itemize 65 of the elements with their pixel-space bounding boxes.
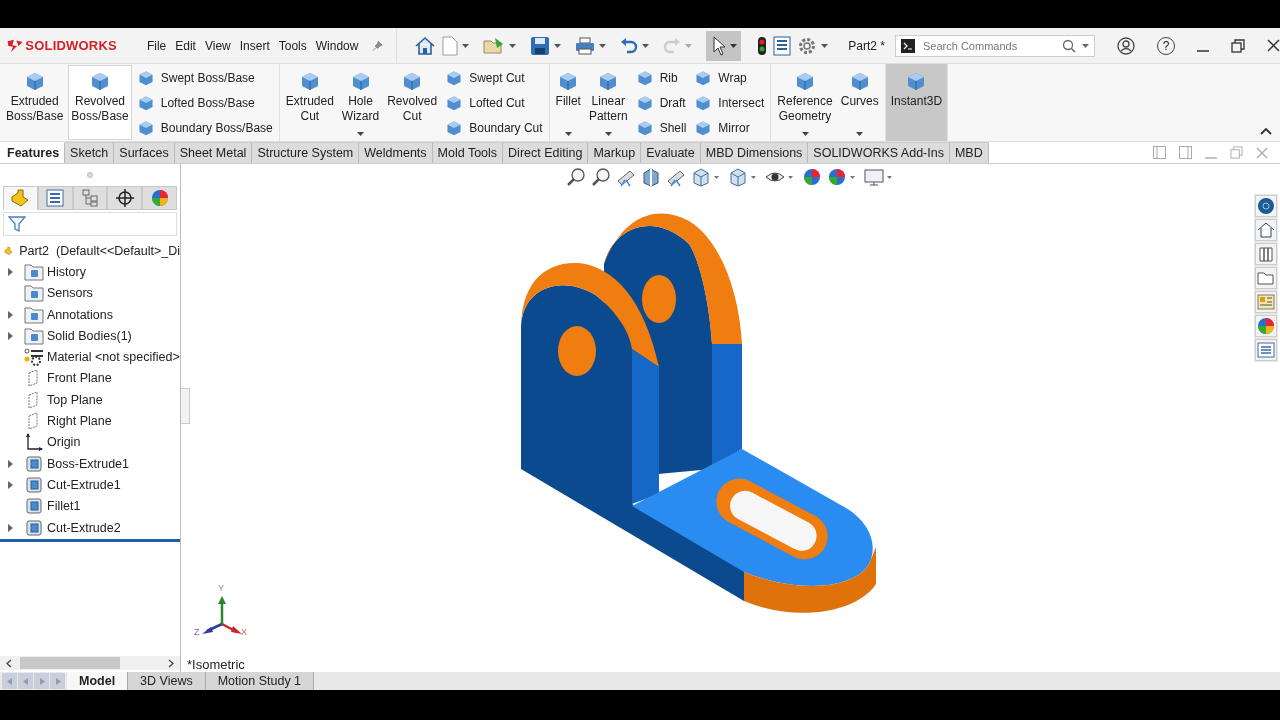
tree-item[interactable]: Material <not specified> (47, 350, 180, 365)
ribbon-button[interactable]: Swept Boss/Base (136, 65, 273, 90)
ribbon-button[interactable]: Extruded Cut (282, 65, 337, 140)
ribbon-button[interactable]: Curves (837, 65, 882, 140)
tab[interactable]: Weldments (359, 142, 433, 163)
ribbon-button[interactable]: Boundary Cut (445, 115, 543, 140)
tab[interactable]: Sheet Metal (174, 142, 253, 163)
tab[interactable]: SOLIDWORKS Add-Ins (808, 142, 950, 163)
tab[interactable]: Surfaces (114, 142, 175, 163)
axis-label: X (241, 628, 247, 637)
tab[interactable]: Evaluate (641, 142, 701, 163)
tree-item[interactable]: Sensors (47, 286, 93, 301)
tab[interactable]: MBD Dimensions (700, 142, 809, 163)
tab[interactable]: Motion Study 1 (205, 672, 315, 690)
menu-item[interactable]: Edit (175, 38, 196, 53)
ribbon-button[interactable]: Reference Geometry (774, 65, 836, 140)
tree-item[interactable]: Cut-Extrude1 (47, 477, 121, 492)
ribbon-button[interactable]: Shell (635, 115, 687, 140)
menu-item[interactable]: Window (315, 38, 359, 53)
tree-item[interactable]: Annotations (47, 307, 114, 322)
ribbon-button[interactable]: Hole Wizard (338, 65, 383, 140)
ribbon-button[interactable]: Mirror (694, 115, 765, 140)
tree-item[interactable]: Solid Bodies(1) (47, 328, 132, 343)
tree-item[interactable]: History (47, 264, 86, 279)
tab[interactable]: 3D Views (128, 672, 206, 690)
ribbon-button[interactable]: Wrap (694, 65, 765, 90)
logo-text: SOLIDWORKS (25, 38, 117, 53)
tree-item[interactable]: Boss-Extrude1 (47, 456, 129, 471)
tab[interactable]: Direct Editing (503, 142, 589, 163)
tab[interactable]: Model (67, 672, 129, 690)
tree-item[interactable]: Origin (47, 435, 81, 450)
ribbon-button[interactable]: Boundary Boss/Base (136, 115, 273, 140)
menu-item[interactable]: Tools (278, 38, 307, 53)
tree-item[interactable]: Right Plane (47, 414, 112, 428)
menu-item[interactable]: File (146, 38, 167, 53)
tab[interactable]: Mold Tools (432, 142, 504, 163)
ribbon-button[interactable]: Swept Cut (445, 65, 543, 90)
search-field[interactable]: Search Commands (921, 38, 1056, 53)
tree-item[interactable]: Top Plane (47, 392, 103, 407)
tab[interactable]: Structure System (252, 142, 360, 163)
search-box[interactable]: Search Commands (895, 34, 1095, 57)
menu-item[interactable]: Insert (239, 38, 270, 53)
tree-item[interactable]: Front Plane (47, 371, 112, 386)
tab[interactable]: Sketch (65, 142, 115, 163)
tab[interactable]: Markup (588, 142, 642, 163)
ribbon-button[interactable]: Draft (635, 90, 687, 115)
axis-label: Z (194, 628, 200, 637)
ribbon-button[interactable]: Lofted Boss/Base (136, 90, 273, 115)
document-title: Part2 * (848, 38, 885, 53)
ribbon-button[interactable]: Revolved Cut (384, 65, 441, 140)
menu-item[interactable]: View (204, 38, 231, 53)
ribbon-button[interactable]: Instant3D (885, 64, 948, 141)
tree-item[interactable]: Fillet1 (47, 499, 81, 514)
axis-label: Y (218, 584, 224, 593)
ribbon-button[interactable]: Intersect (694, 90, 765, 115)
ribbon-button[interactable]: Fillet (552, 65, 584, 140)
tree-item[interactable]: Cut-Extrude2 (47, 520, 121, 535)
ribbon-button[interactable]: Extruded Boss/Base (3, 65, 67, 140)
tree-item[interactable]: Part2 (Default<<Default>_Di (19, 243, 180, 258)
view-name: *Isometric (187, 657, 245, 672)
tab[interactable]: MBD (949, 142, 989, 163)
ribbon-button[interactable]: Rib (635, 65, 687, 90)
ribbon-button[interactable]: Linear Pattern (585, 65, 631, 140)
ribbon-button[interactable]: Revolved Boss/Base (68, 65, 132, 140)
ribbon-button[interactable]: Lofted Cut (445, 90, 543, 115)
